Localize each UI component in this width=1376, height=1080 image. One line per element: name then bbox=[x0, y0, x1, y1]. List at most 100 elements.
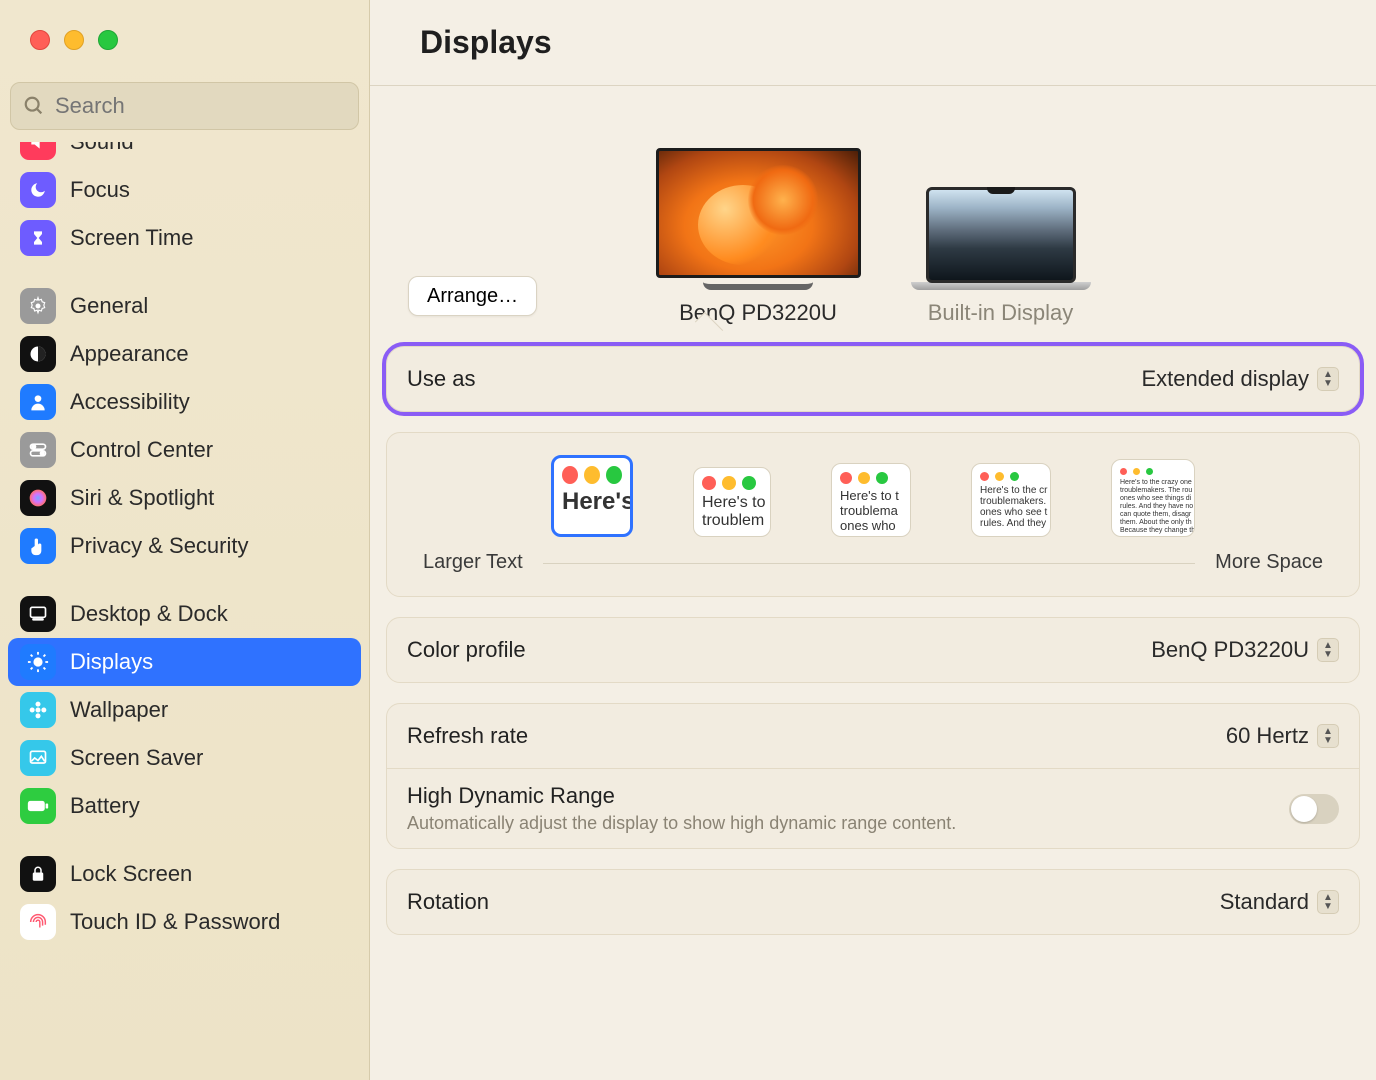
resolution-option-0[interactable]: Here's bbox=[551, 455, 633, 537]
refresh-rate-value: 60 Hertz bbox=[1226, 723, 1309, 749]
sidebar-item-label: Wallpaper bbox=[70, 697, 168, 723]
main-pane: Displays BenQ PD3220U Built-in Display bbox=[370, 0, 1376, 1080]
sidebar-item-label: Displays bbox=[70, 649, 153, 675]
color-profile-select[interactable]: BenQ PD3220U ▲▼ bbox=[1151, 637, 1339, 663]
dropdown-stepper-icon: ▲▼ bbox=[1317, 638, 1339, 662]
sidebar-item-label: Touch ID & Password bbox=[70, 909, 280, 935]
sidebar-item-wallpaper[interactable]: Wallpaper bbox=[8, 686, 361, 734]
flower-icon bbox=[20, 692, 56, 728]
resolution-sample-text: Here's to the cr troublemakers. ones who… bbox=[972, 485, 1050, 535]
sidebar-item-label: Battery bbox=[70, 793, 140, 819]
sidebar-item-focus[interactable]: Focus bbox=[8, 166, 361, 214]
resolution-sample-text: Here's to troublem bbox=[694, 494, 770, 536]
sidebar-item-screen-saver[interactable]: Screen Saver bbox=[8, 734, 361, 782]
sidebar-item-general[interactable]: General bbox=[8, 282, 361, 330]
display-item-builtin[interactable]: Built-in Display bbox=[911, 187, 1091, 326]
sidebar-item-lock-screen[interactable]: Lock Screen bbox=[8, 850, 361, 898]
screensv-icon bbox=[20, 740, 56, 776]
use-as-select[interactable]: Extended display ▲▼ bbox=[1141, 366, 1339, 392]
sidebar-item-label: Screen Time bbox=[70, 225, 194, 251]
sidebar-nav: Sound Focus Screen Time General Appearance Ac… bbox=[0, 142, 369, 974]
appearance-icon bbox=[20, 336, 56, 372]
sidebar-item-desktop-dock[interactable]: Desktop & Dock bbox=[8, 590, 361, 638]
dropdown-stepper-icon: ▲▼ bbox=[1317, 367, 1339, 391]
hdr-toggle[interactable] bbox=[1289, 794, 1339, 824]
dock-icon bbox=[20, 596, 56, 632]
sidebar-item-control-center[interactable]: Control Center bbox=[8, 426, 361, 474]
sidebar-item-accessibility[interactable]: Accessibility bbox=[8, 378, 361, 426]
window-controls bbox=[0, 0, 369, 66]
sidebar-item-siri-spotlight[interactable]: Siri & Spotlight bbox=[8, 474, 361, 522]
resolution-sample-text: Here's to t troublema ones who bbox=[832, 488, 910, 536]
resolution-tiles: Here's Here's to troublem Here's to t trou… bbox=[405, 449, 1341, 537]
sidebar-item-touch-id-password[interactable]: Touch ID & Password bbox=[8, 898, 361, 946]
sidebar-item-label: Control Center bbox=[70, 437, 213, 463]
displays-preview-row: BenQ PD3220U Built-in Display Arrange… bbox=[386, 86, 1360, 326]
use-as-value: Extended display bbox=[1141, 366, 1309, 392]
search-field[interactable] bbox=[10, 82, 359, 130]
rotation-value: Standard bbox=[1220, 889, 1309, 915]
resolution-option-2[interactable]: Here's to t troublema ones who bbox=[831, 463, 911, 537]
refresh-rate-select[interactable]: 60 Hertz ▲▼ bbox=[1226, 723, 1339, 749]
sidebar-item-label: Screen Saver bbox=[70, 745, 203, 771]
traffic-light-icon bbox=[832, 464, 910, 488]
sidebar-item-privacy-security[interactable]: Privacy & Security bbox=[8, 522, 361, 570]
color-profile-card: Color profile BenQ PD3220U ▲▼ bbox=[386, 617, 1360, 683]
sidebar-item-label: Sound bbox=[70, 142, 134, 155]
resolution-option-1[interactable]: Here's to troublem bbox=[693, 467, 771, 537]
arrange-button[interactable]: Arrange… bbox=[408, 276, 537, 316]
resolution-more-space-label: More Space bbox=[1215, 551, 1323, 574]
traffic-light-icon bbox=[694, 468, 770, 494]
battery-icon bbox=[20, 788, 56, 824]
switches-icon bbox=[20, 432, 56, 468]
resolution-sample-text: Here's to the crazy one troublemakers. T… bbox=[1112, 479, 1194, 536]
sidebar-item-sound[interactable]: Sound bbox=[8, 142, 361, 166]
sidebar-item-label: Desktop & Dock bbox=[70, 601, 228, 627]
lock-icon bbox=[20, 856, 56, 892]
sidebar-item-screen-time[interactable]: Screen Time bbox=[8, 214, 361, 262]
resolution-option-3[interactable]: Here's to the cr troublemakers. ones who… bbox=[971, 463, 1051, 537]
gear-icon bbox=[20, 288, 56, 324]
sidebar-item-label: General bbox=[70, 293, 148, 319]
sidebar-item-label: Accessibility bbox=[70, 389, 190, 415]
traffic-light-icon bbox=[554, 458, 630, 488]
close-window-button[interactable] bbox=[30, 30, 50, 50]
sidebar-item-label: Privacy & Security bbox=[70, 533, 249, 559]
sun-icon bbox=[20, 644, 56, 680]
fingerprint-icon bbox=[20, 904, 56, 940]
rotation-card: Rotation Standard ▲▼ bbox=[386, 869, 1360, 935]
use-as-label: Use as bbox=[407, 366, 475, 392]
rotation-select[interactable]: Standard ▲▼ bbox=[1220, 889, 1339, 915]
use-as-card: Use as Extended display ▲▼ bbox=[386, 346, 1360, 412]
rotation-label: Rotation bbox=[407, 889, 489, 915]
traffic-light-icon bbox=[1112, 460, 1194, 479]
person-icon bbox=[20, 384, 56, 420]
dropdown-stepper-icon: ▲▼ bbox=[1317, 724, 1339, 748]
sidebar-item-appearance[interactable]: Appearance bbox=[8, 330, 361, 378]
external-monitor-thumb bbox=[656, 148, 861, 290]
resolution-larger-label: Larger Text bbox=[423, 551, 523, 574]
resolution-option-4[interactable]: Here's to the crazy one troublemakers. T… bbox=[1111, 459, 1195, 537]
fullscreen-window-button[interactable] bbox=[98, 30, 118, 50]
hdr-sub: Automatically adjust the display to show… bbox=[407, 813, 956, 834]
resolution-card: Here's Here's to troublem Here's to t trou… bbox=[386, 432, 1360, 597]
page-title: Displays bbox=[370, 0, 1376, 86]
sidebar-item-label: Lock Screen bbox=[70, 861, 192, 887]
resolution-sample-text: Here's bbox=[554, 488, 630, 522]
hourglass-icon bbox=[20, 220, 56, 256]
sidebar-item-label: Focus bbox=[70, 177, 130, 203]
resolution-slider-line bbox=[543, 563, 1195, 564]
search-input[interactable] bbox=[53, 92, 346, 120]
dropdown-stepper-icon: ▲▼ bbox=[1317, 890, 1339, 914]
refresh-hdr-card: Refresh rate 60 Hertz ▲▼ High Dynamic Ra… bbox=[386, 703, 1360, 849]
sound-icon bbox=[20, 142, 56, 160]
minimize-window-button[interactable] bbox=[64, 30, 84, 50]
color-profile-value: BenQ PD3220U bbox=[1151, 637, 1309, 663]
sidebar-item-displays[interactable]: Displays bbox=[8, 638, 361, 686]
siri-icon bbox=[20, 480, 56, 516]
sidebar-item-battery[interactable]: Battery bbox=[8, 782, 361, 830]
display-item-external[interactable]: BenQ PD3220U bbox=[656, 148, 861, 326]
display-label-builtin: Built-in Display bbox=[928, 300, 1074, 326]
hdr-label: High Dynamic Range bbox=[407, 783, 956, 809]
search-icon bbox=[23, 95, 45, 117]
